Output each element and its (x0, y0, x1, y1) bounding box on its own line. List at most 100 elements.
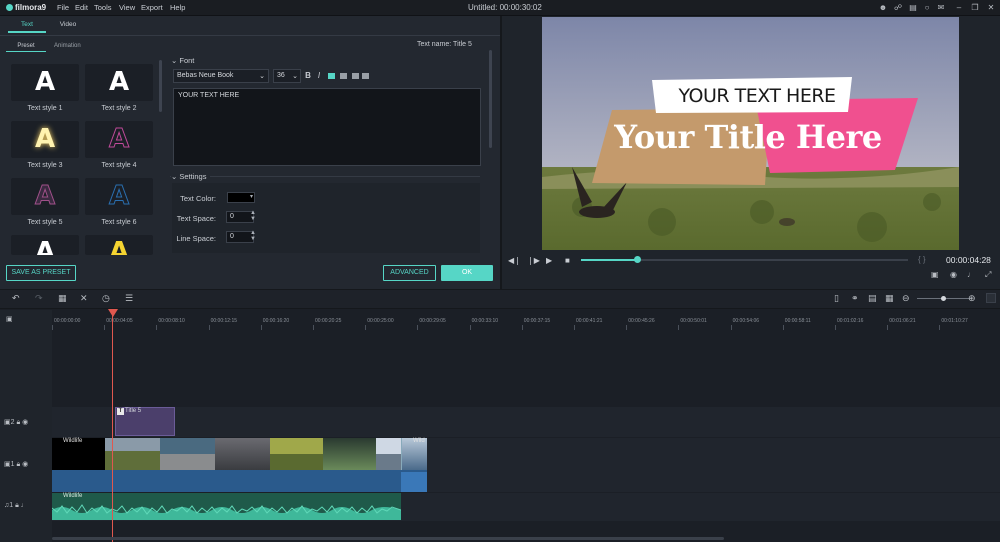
bold-button[interactable]: B (304, 71, 312, 80)
save-as-preset-button[interactable]: SAVE AS PRESET (6, 265, 76, 281)
text-name: Text name: Title 5 (417, 41, 472, 48)
ruler-tick-label: 00:00:29:05 (419, 318, 446, 324)
text-style-5-label: Text style 5 (27, 219, 63, 226)
tab-divider (0, 35, 500, 36)
text-space-label: Text Space: (176, 214, 216, 223)
subtab-preset[interactable]: Preset (6, 43, 46, 52)
style-glyph: A (108, 124, 130, 155)
clip-thumbnail (215, 438, 270, 470)
stop-icon[interactable]: ■ (565, 256, 570, 265)
menu-tools[interactable]: Tools (94, 3, 112, 12)
align-justify-icon[interactable] (362, 73, 369, 79)
timeline-scrollbar[interactable] (52, 537, 724, 540)
italic-button[interactable]: I (315, 71, 323, 80)
preview-subtitle-text: YOUR TEXT HERE (678, 85, 836, 107)
text-style-8-tile[interactable]: A (85, 235, 153, 255)
clip-thumbnail (323, 438, 376, 470)
menu-file[interactable]: File (57, 3, 69, 12)
mixer-icon[interactable]: ▤ (868, 293, 877, 304)
ruler-tick-label: 00:00:41:21 (576, 318, 603, 324)
play-icon[interactable]: ▶ (546, 256, 552, 265)
close-icon[interactable]: ✕ (986, 3, 996, 13)
snapshot-icon[interactable]: ◉ (950, 270, 957, 279)
adjust-icon[interactable]: ☰ (125, 293, 133, 304)
delete-icon[interactable]: ▦ (58, 293, 67, 304)
display-icon[interactable]: ▣ (931, 270, 939, 279)
cut-icon[interactable]: ✕ (80, 293, 88, 304)
title-track-lane[interactable] (52, 407, 1000, 437)
prev-frame-icon[interactable]: ◀❘ (508, 256, 521, 265)
text-color-swatch[interactable]: ▾ (227, 192, 255, 203)
bulb-icon[interactable]: ○ (922, 3, 932, 13)
text-style-6-tile[interactable]: A (85, 178, 153, 215)
volume-icon[interactable]: ♩ (967, 270, 975, 279)
tab-video[interactable]: Video (53, 21, 83, 28)
chevron-down-icon: ⌄ (259, 73, 265, 80)
video-clip-label: Wildlife (63, 438, 83, 444)
video-clip-2-audio (401, 472, 427, 492)
playback-progress-knob[interactable] (633, 256, 641, 263)
text-style-2-tile[interactable]: A (85, 64, 153, 101)
style-glyph: A (34, 124, 56, 154)
text-style-7-tile[interactable]: A (11, 235, 79, 255)
minimize-icon[interactable]: – (954, 3, 964, 13)
text-style-4-tile[interactable]: A (85, 121, 153, 158)
ruler-tick-label: 00:00:20:25 (315, 318, 342, 324)
audio-track-1-header[interactable]: ♫1 🔒︎ ♩ (4, 502, 28, 510)
tab-text[interactable]: Text (8, 21, 46, 33)
menu-edit[interactable]: Edit (75, 3, 88, 12)
cart-icon[interactable]: ☍ (893, 3, 903, 13)
add-track-icon[interactable]: ▣ (6, 315, 13, 323)
track-2-header[interactable]: ▣2 🔒︎ ◉ (4, 418, 28, 427)
menu-help[interactable]: Help (170, 3, 185, 12)
gift-icon[interactable]: ▤ (908, 3, 918, 13)
track-number: 1 (10, 461, 15, 468)
zoom-slider-knob[interactable] (941, 296, 946, 301)
mark-in-out-icon[interactable]: { } (918, 255, 926, 264)
text-input[interactable]: YOUR TEXT HERE (173, 88, 481, 166)
next-frame-icon[interactable]: ❘▶ (527, 256, 540, 265)
styles-scrollbar[interactable] (159, 60, 162, 112)
font-size-value: 36 (277, 72, 285, 79)
window-title: Untitled: 00:00:30:02 (468, 3, 542, 12)
account-icon[interactable]: ☻ (878, 3, 888, 13)
zoom-out-icon[interactable]: ⊖ (902, 293, 910, 304)
align-right-icon[interactable] (352, 73, 359, 79)
timeline-settings-icon[interactable] (986, 293, 996, 303)
menu-export[interactable]: Export (141, 3, 163, 12)
track-1-header[interactable]: ▣1 🔒︎ ◉ (4, 460, 28, 469)
settings-scrollbar[interactable] (489, 50, 492, 148)
font-family-value: Bebas Neue Book (177, 72, 234, 79)
text-style-3-tile[interactable]: A (11, 121, 79, 158)
text-style-5-tile[interactable]: A (11, 178, 79, 215)
menu-view[interactable]: View (119, 3, 135, 12)
text-icon: T (117, 408, 124, 415)
align-center-icon[interactable] (340, 73, 347, 79)
settings-section-header[interactable]: ⌄ Settings (171, 172, 211, 181)
text-space-stepper[interactable]: ▲ ▼ (250, 210, 256, 222)
align-left-icon[interactable] (328, 73, 335, 79)
text-style-1-tile[interactable]: A (11, 64, 79, 101)
advanced-button[interactable]: ADVANCED (383, 265, 436, 281)
ruler-tick-label: 00:01:02:16 (837, 318, 864, 324)
fullscreen-icon[interactable]: ⤢ (985, 270, 991, 280)
snap-icon[interactable]: ▦ (885, 293, 894, 304)
playhead-line (112, 313, 113, 542)
font-section-header[interactable]: ⌄ Font (171, 56, 194, 65)
undo-icon[interactable]: ↶ (12, 293, 20, 304)
line-space-stepper[interactable]: ▲ ▼ (250, 230, 256, 242)
speed-icon[interactable]: ◷ (102, 293, 110, 304)
redo-icon[interactable]: ↷ (35, 293, 43, 304)
marker-icon[interactable]: ▯ (834, 293, 839, 304)
maximize-icon[interactable]: ❐ (970, 3, 980, 13)
ok-button[interactable]: OK (441, 265, 493, 281)
style-glyph: A (34, 67, 56, 97)
font-size-select[interactable]: 36 ⌄ (273, 69, 301, 83)
microphone-icon[interactable]: ⚭ (851, 293, 859, 304)
mail-icon[interactable]: ✉ (936, 3, 946, 13)
title-clip[interactable] (115, 407, 175, 436)
font-family-select[interactable]: Bebas Neue Book ⌄ (173, 69, 269, 83)
zoom-in-icon[interactable]: ⊕ (968, 293, 976, 304)
playhead-handle[interactable] (108, 309, 118, 317)
subtab-animation[interactable]: Animation (54, 43, 81, 49)
